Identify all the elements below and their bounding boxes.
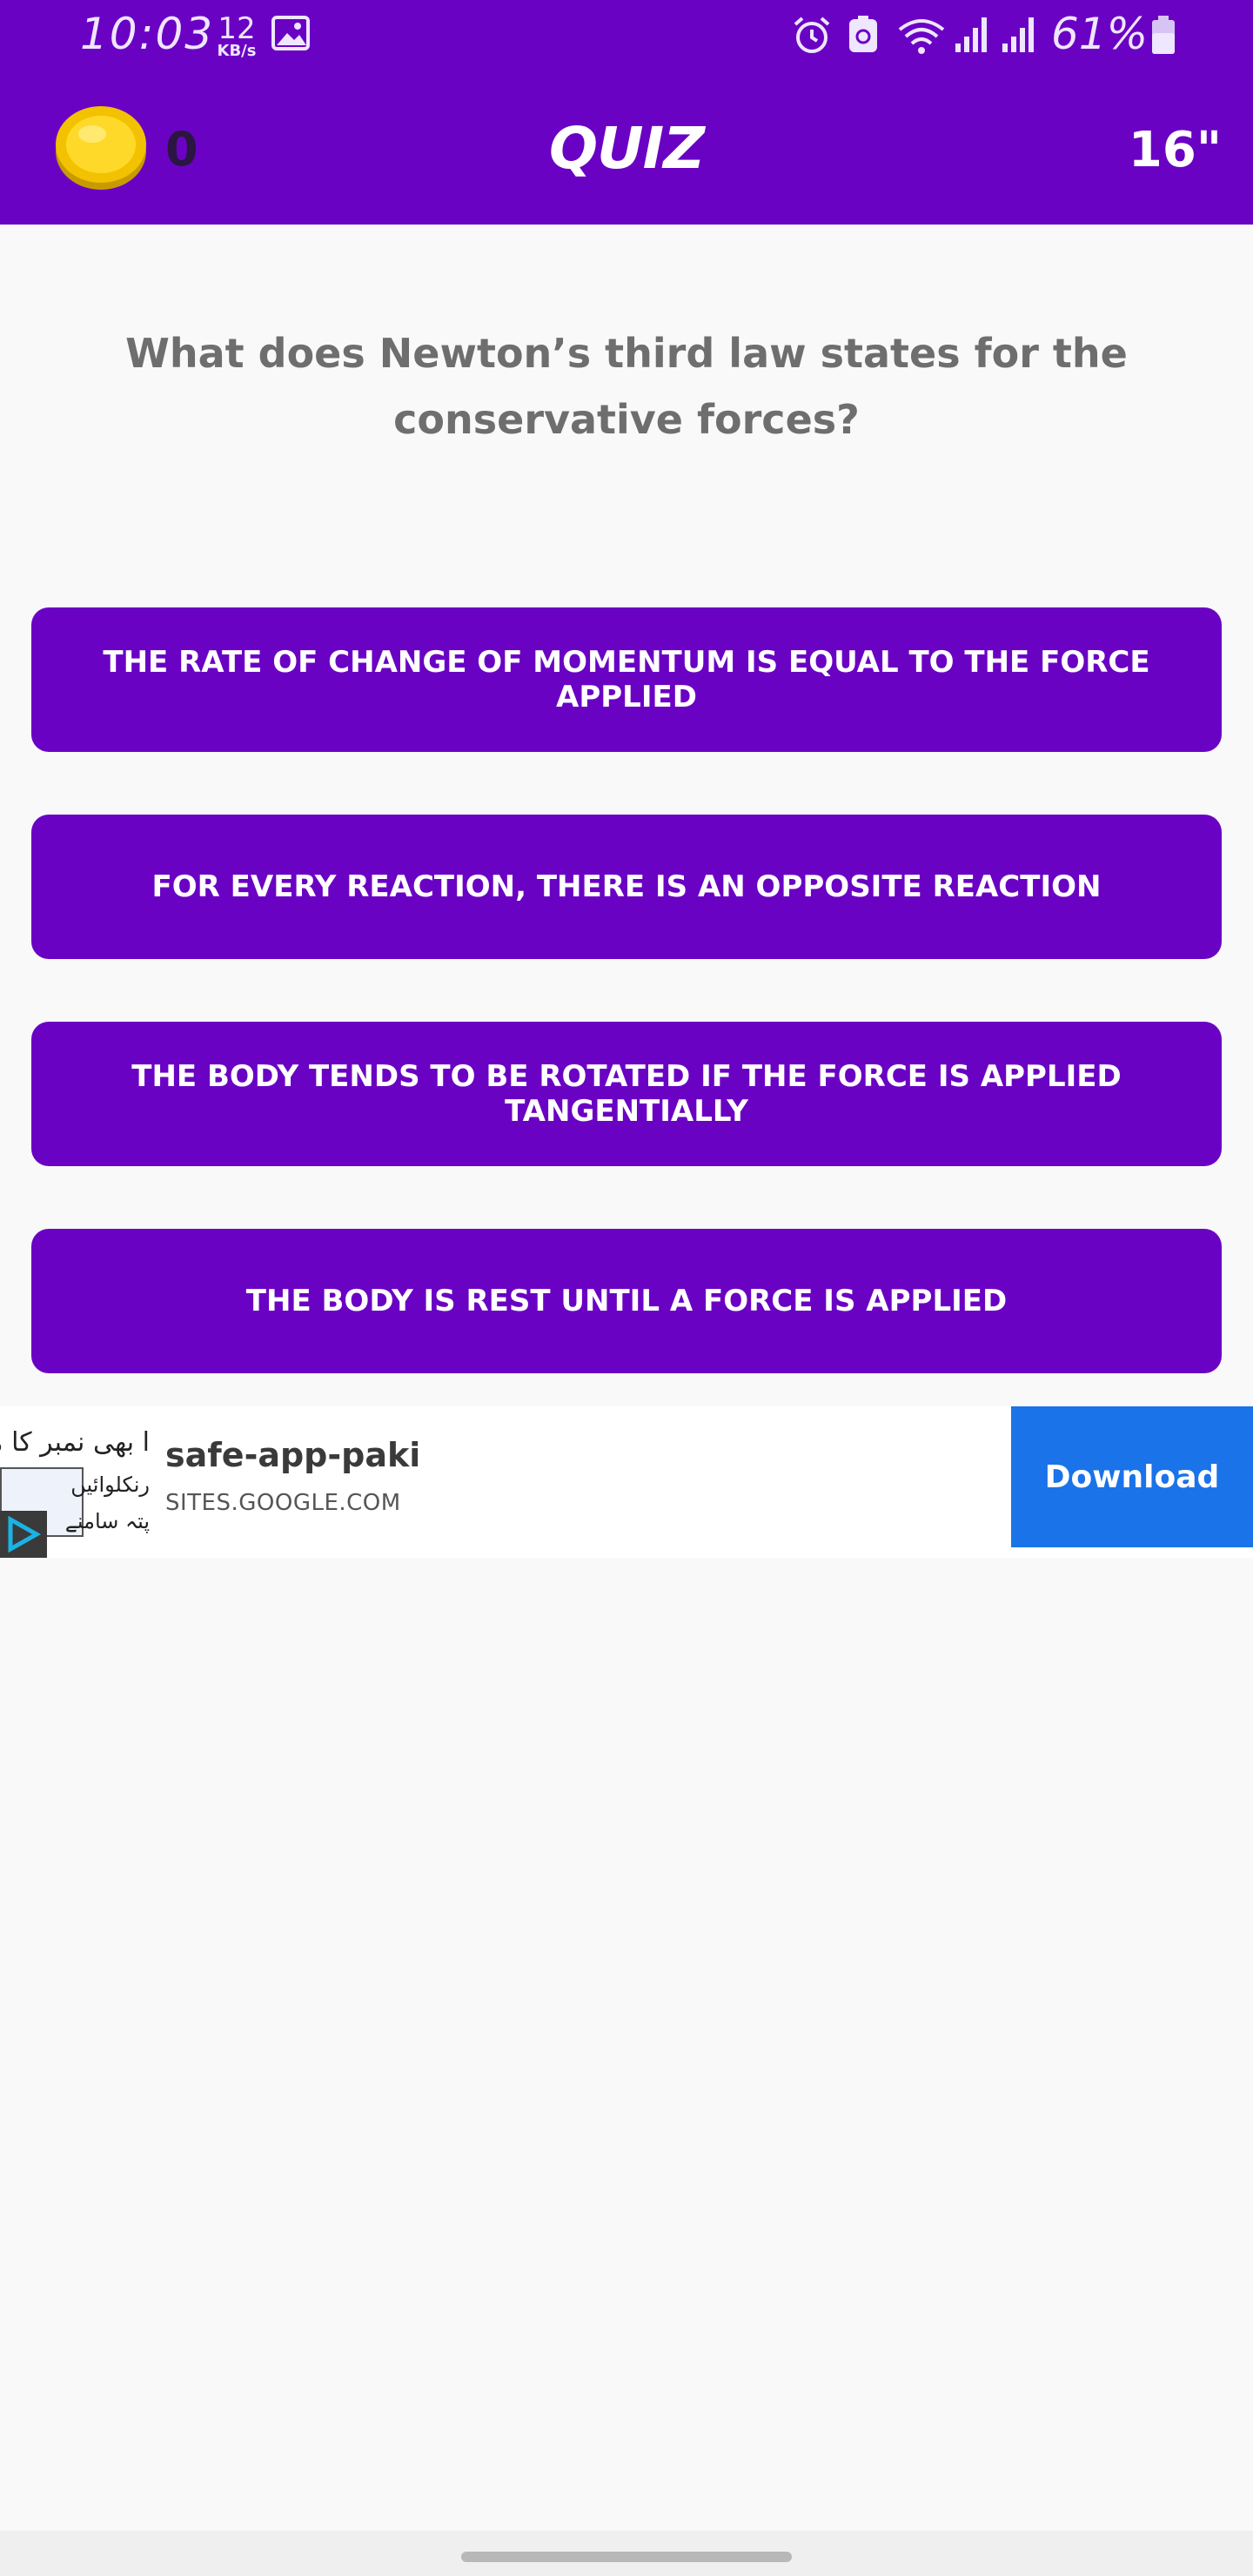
ad-title[interactable]: safe-app-paki [165, 1436, 420, 1474]
nfc-icon [848, 16, 879, 57]
image-icon [271, 16, 310, 54]
ad-thumb-text: پتہ سامنے [64, 1509, 150, 1533]
answer-option-4[interactable]: THE BODY IS REST UNTIL A FORCE IS APPLIE… [31, 1229, 1222, 1373]
countdown-timer: 16" [1128, 122, 1222, 178]
ad-thumb-text: ا بھی نمبر کا مکمل ریکارڈ [0, 1427, 150, 1458]
wifi-icon [896, 16, 947, 59]
signal-icon [954, 16, 988, 57]
app-header-bar: 10:03 12 KB/s 61% 0 QUIZ 16" [0, 0, 1253, 225]
network-speed-value: 12 [218, 11, 256, 46]
network-speed-unit: KB/s [217, 42, 257, 60]
status-bar: 10:03 12 KB/s 61% [0, 0, 1253, 73]
status-time: 10:03 [80, 9, 215, 59]
ad-play-icon[interactable] [0, 1511, 47, 1558]
ad-download-button[interactable]: Download [1011, 1406, 1253, 1547]
battery-percent: 61% [1051, 9, 1149, 59]
navigation-bar [0, 2531, 1253, 2576]
home-gesture-handle[interactable] [461, 2552, 792, 2562]
signal-icon [1001, 16, 1035, 57]
battery-icon [1150, 16, 1176, 59]
question-text: What does Newton’s third law states for … [125, 330, 1128, 443]
answer-option-1[interactable]: THE RATE OF CHANGE OF MOMENTUM IS EQUAL … [31, 607, 1222, 752]
ad-banner[interactable]: ا بھی نمبر کا مکمل ریکارڈ رنکلوائیں پتہ … [0, 1406, 1253, 1558]
answer-option-2[interactable]: FOR EVERY REACTION, THERE IS AN OPPOSITE… [31, 815, 1222, 959]
ad-thumb-text: رنکلوائیں [70, 1472, 150, 1497]
ad-thumbnail[interactable]: ا بھی نمبر کا مکمل ریکارڈ رنکلوائیں پتہ … [0, 1406, 155, 1558]
answer-option-3[interactable]: THE BODY TENDS TO BE ROTATED IF THE FORC… [31, 1022, 1222, 1166]
alarm-icon [792, 16, 832, 59]
ad-url: SITES.GOOGLE.COM [165, 1490, 401, 1516]
app-title: QUIZ [548, 115, 705, 182]
network-speed: 12 KB/s [211, 14, 263, 59]
